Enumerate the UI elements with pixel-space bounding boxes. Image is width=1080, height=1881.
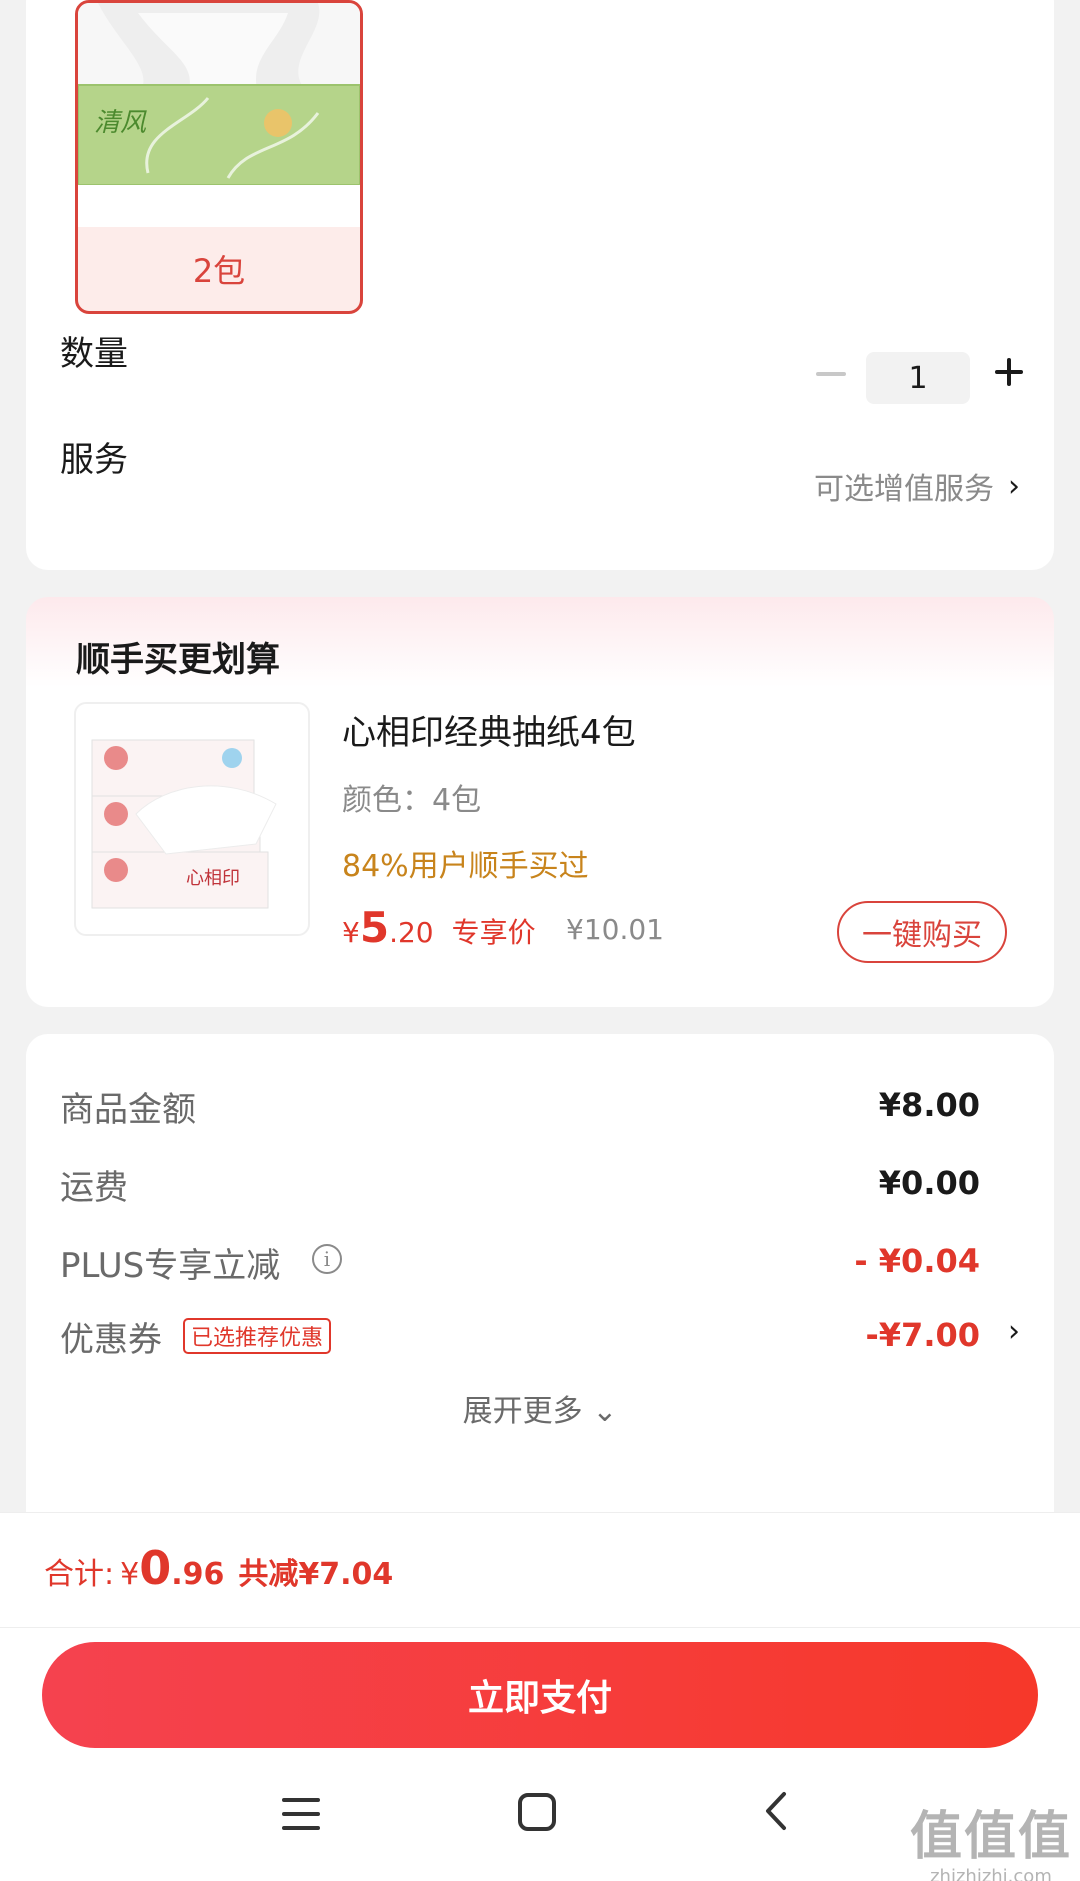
coupon-label: 优惠券 bbox=[60, 1320, 162, 1360]
coupon-badge: 已选推荐优惠 bbox=[183, 1318, 332, 1354]
goods-amount-value: ¥8.00 bbox=[878, 1086, 980, 1124]
recommend-product-image[interactable]: 心相印 bbox=[74, 702, 310, 936]
back-icon[interactable] bbox=[760, 1788, 790, 1841]
order-summary-card: 商品金额 ¥8.00 运费 ¥0.00 PLUS专享立减 i - ¥0.04 优… bbox=[26, 1034, 1054, 1514]
total-label: 合计: bbox=[44, 1557, 115, 1592]
shipping-label: 运费 bbox=[60, 1168, 128, 1208]
total-bar: 合计: ¥ 0 .96 共减¥7.04 bbox=[0, 1512, 1080, 1628]
recommend-color: 颜色：4包 bbox=[342, 783, 482, 818]
shipping-value: ¥0.00 bbox=[878, 1164, 980, 1202]
total-amount: 合计: ¥ 0 .96 共减¥7.04 bbox=[44, 1541, 393, 1595]
svg-text:清风: 清风 bbox=[94, 108, 147, 138]
pay-now-button[interactable]: 立即支付 bbox=[42, 1642, 1038, 1748]
service-link-text: 可选增值服务 bbox=[814, 472, 994, 507]
price-currency: ¥ bbox=[342, 916, 360, 949]
goods-amount-label: 商品金额 bbox=[60, 1090, 196, 1130]
plus-icon[interactable] bbox=[987, 350, 1031, 394]
sku-option-2-pack[interactable]: 清风 2包 bbox=[75, 0, 363, 314]
price-integer: 5 bbox=[359, 903, 390, 952]
plus-discount-value: - ¥0.04 bbox=[854, 1242, 980, 1280]
total-integer: 0 bbox=[139, 1541, 172, 1595]
plus-discount-label: PLUS专享立减 bbox=[60, 1246, 281, 1286]
sku-card: 清风 2包 数量 1 服务 可选增值服务 › bbox=[26, 0, 1054, 570]
price-tag: 专享价 bbox=[451, 916, 536, 949]
sku-product-image: 清风 bbox=[78, 3, 360, 227]
home-icon[interactable] bbox=[518, 1793, 556, 1831]
coupon-value[interactable]: -¥7.00 bbox=[866, 1316, 981, 1354]
price-decimal: .20 bbox=[389, 916, 434, 949]
watermark-url: zhizhizhi.com bbox=[930, 1866, 1052, 1881]
value-added-service-link[interactable]: 可选增值服务 › bbox=[814, 464, 1020, 508]
svg-text:心相印: 心相印 bbox=[186, 868, 240, 889]
watermark-logo: 值值值 bbox=[909, 1807, 1072, 1867]
sku-option-label: 2包 bbox=[192, 252, 246, 290]
recommend-social-proof: 84%用户顺手买过 bbox=[342, 849, 589, 884]
watermark: 值值值 zhizhizhi.com bbox=[910, 1808, 1072, 1881]
menu-icon[interactable] bbox=[282, 1798, 320, 1830]
recommend-price: ¥ 5 .20 专享价 bbox=[342, 903, 536, 952]
chevron-right-icon[interactable]: › bbox=[1008, 1314, 1020, 1349]
minus-icon[interactable] bbox=[816, 372, 846, 376]
total-currency: ¥ bbox=[120, 1557, 140, 1592]
chevron-right-icon: › bbox=[1008, 468, 1020, 504]
recommend-title: 顺手买更划算 bbox=[76, 640, 280, 680]
recommend-product-name[interactable]: 心相印经典抽纸4包 bbox=[342, 705, 636, 754]
info-icon[interactable]: i bbox=[312, 1244, 342, 1274]
recommend-card: 顺手买更划算 心相印 心相印经典抽纸4包 颜色：4包 84%用户顺手买过 ¥ 5… bbox=[26, 597, 1054, 1007]
total-decimal: .96 bbox=[171, 1557, 225, 1592]
quantity-label: 数量 bbox=[60, 334, 128, 374]
pay-area: 立即支付 值值值 zhizhizhi.com bbox=[0, 1628, 1080, 1881]
one-click-buy-button[interactable]: 一键购买 bbox=[837, 901, 1007, 963]
quantity-value[interactable]: 1 bbox=[866, 352, 970, 404]
expand-more-button[interactable]: 展开更多 ⌄ bbox=[26, 1386, 1054, 1430]
original-price: ¥10.01 bbox=[566, 913, 664, 946]
total-saved: 共减¥7.04 bbox=[238, 1557, 394, 1592]
service-label: 服务 bbox=[60, 440, 128, 480]
